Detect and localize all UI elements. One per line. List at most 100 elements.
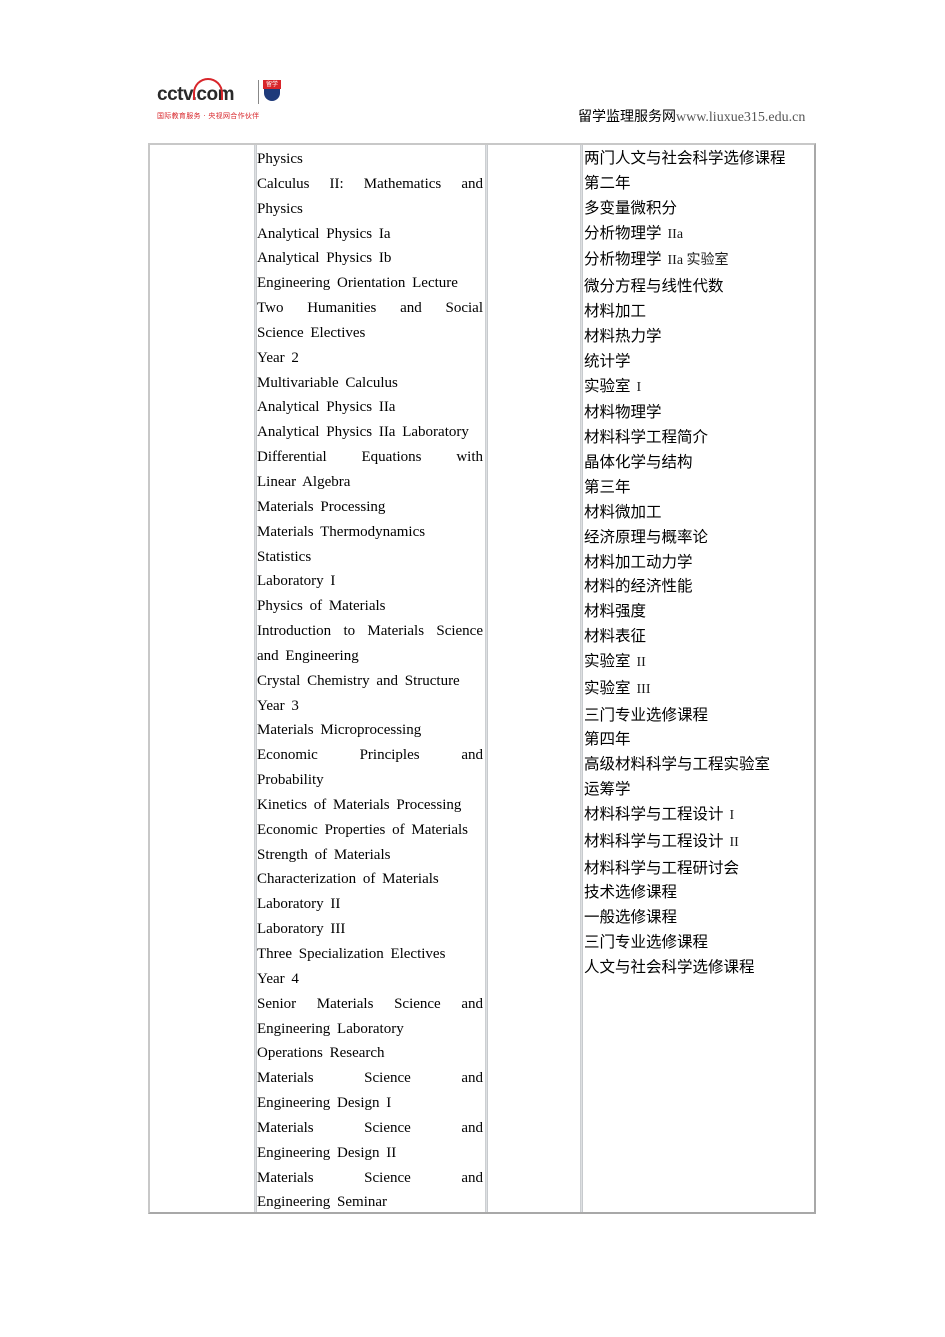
chinese-course-line: 材料微加工 — [584, 500, 814, 525]
english-course-line: Strength of Materials — [257, 846, 391, 863]
english-course-line: Operations Research — [257, 1045, 385, 1062]
chinese-course-text: 统计学 — [584, 351, 631, 370]
chinese-course-line: 材料科学与工程研讨会 — [584, 856, 814, 881]
badge-label: 留学 — [263, 80, 281, 89]
chinese-course-text: 材料的经济性能 — [584, 577, 693, 596]
site-url: www.liuxue315.edu.cn — [676, 110, 806, 125]
english-course-line: Analytical Physics Ia — [257, 225, 391, 242]
chinese-course-text: 材料加工动力学 — [584, 552, 693, 571]
chinese-course-line: 材料科学工程简介 — [584, 425, 814, 450]
chinese-course-text: 材料热力学 — [584, 326, 662, 345]
english-course-line: Materials Science and — [257, 1119, 483, 1136]
english-course-line: Physics — [257, 200, 303, 217]
chinese-course-text: 第二年 — [584, 173, 631, 192]
chinese-course-line: 多变量微积分 — [584, 196, 814, 221]
chinese-course-text: 技术选修课程 — [584, 883, 678, 902]
chinese-course-line: 经济原理与概率论 — [584, 525, 814, 550]
english-course-line: Physics — [257, 151, 303, 167]
english-course-line: Materials Science and — [257, 1169, 483, 1186]
site-name: 留学监理服务网 — [578, 109, 676, 125]
english-course-line: Year 4 — [257, 970, 299, 987]
chinese-course-text: 材料表征 — [584, 627, 647, 646]
english-course-line: Laboratory I — [257, 573, 336, 590]
chinese-course-text: 人文与社会科学选修课程 — [584, 958, 755, 976]
chinese-course-line: 三门专业选修课程 — [584, 703, 814, 728]
chinese-course-line: 实验室 I — [584, 374, 814, 401]
shield-badge-icon: 留学 — [263, 80, 281, 102]
english-course-line: Engineering Design I — [257, 1095, 392, 1112]
english-course-line: Analytical Physics IIa Laboratory — [257, 424, 469, 441]
english-course-line: Senior Materials Science and — [257, 995, 483, 1012]
english-course-line: Multivariable Calculus — [257, 374, 398, 391]
english-course-line: Year 3 — [257, 697, 299, 714]
chinese-course-line: 材料热力学 — [584, 324, 814, 349]
table-cell-empty-left — [150, 145, 254, 1212]
course-numeral: IIa 实验室 — [667, 253, 729, 269]
chinese-course-line: 一般选修课程 — [584, 905, 814, 930]
chinese-course-text: 材料科学与工程设计 — [584, 831, 724, 850]
chinese-course-line: 实验室 II — [584, 649, 814, 676]
chinese-course-line: 第二年 — [584, 171, 814, 196]
english-course-list: Physics Calculus II: Mathematics and Physi… — [257, 147, 483, 1215]
english-course-line: Materials Microprocessing — [257, 722, 422, 739]
english-course-line: Differential Equations with — [257, 449, 483, 466]
chinese-course-text: 一般选修课程 — [584, 908, 678, 927]
english-course-line: Economic Properties of Materials — [257, 821, 469, 838]
chinese-course-text: 实验室 — [584, 678, 631, 697]
english-course-line: Materials Processing — [257, 498, 386, 515]
logo-arc-icon — [193, 78, 223, 100]
chinese-course-line: 第四年 — [584, 727, 814, 752]
english-course-line: and Engineering — [257, 647, 359, 664]
course-numeral: II — [729, 834, 739, 850]
english-course-line: Two Humanities and Social — [257, 300, 483, 317]
chinese-course-line: 分析物理学 IIa — [584, 221, 814, 248]
english-course-line: Engineering Orientation Lecture — [257, 275, 458, 292]
shield-base — [264, 89, 280, 101]
english-course-line: Engineering Laboratory — [257, 1020, 404, 1037]
course-numeral: II — [636, 654, 646, 670]
english-course-line: Introduction to Materials Science — [257, 623, 483, 640]
chinese-course-text: 多变量微积分 — [584, 198, 678, 217]
chinese-course-line: 运筹学 — [584, 777, 814, 802]
chinese-course-line: 高级材料科学与工程实验室 — [584, 752, 814, 777]
english-course-line: Materials Science and — [257, 1070, 483, 1087]
english-course-line: Engineering Seminar — [257, 1194, 388, 1211]
document-page: cctv.com 留学 国际教育服务 · 央视网合作伙伴 留学监理服务网www.… — [0, 0, 945, 1337]
english-course-line: Engineering Design II — [257, 1144, 397, 1161]
chinese-course-line: 两门人文与社会科学选修课程 — [584, 146, 814, 171]
english-course-line: Statistics — [257, 548, 312, 565]
chinese-course-text: 高级材料科学与工程实验室 — [584, 755, 771, 774]
chinese-course-text: 三门专业选修课程 — [584, 705, 709, 724]
chinese-course-text: 三门专业选修课程 — [584, 933, 709, 952]
chinese-course-line: 三门专业选修课程 — [584, 930, 814, 955]
chinese-course-text: 运筹学 — [584, 780, 631, 799]
english-course-line: Science Electives — [257, 324, 366, 341]
chinese-course-line: 材料物理学 — [584, 400, 814, 425]
english-course-line: Materials Thermodynamics — [257, 523, 426, 540]
cctv-logo: cctv.com 留学 国际教育服务 · 央视网合作伙伴 — [157, 78, 282, 122]
english-course-line: Analytical Physics Ib — [257, 250, 392, 267]
english-course-line: Linear Algebra — [257, 473, 351, 490]
chinese-course-line: 材料加工动力学 — [584, 550, 814, 575]
chinese-course-line: 实验室 III — [584, 676, 814, 703]
chinese-course-line: 材料加工 — [584, 299, 814, 324]
chinese-course-line: 分析物理学 IIa 实验室 — [584, 247, 814, 274]
chinese-course-line: 材料的经济性能 — [584, 574, 814, 599]
course-numeral: I — [636, 379, 642, 395]
english-course-line: Calculus II: Mathematics and — [257, 175, 483, 192]
course-numeral: IIa — [667, 226, 684, 242]
chinese-course-text: 材料加工 — [584, 302, 647, 321]
chinese-course-line: 材料科学与工程设计 II — [584, 829, 814, 856]
english-course-line: Probability — [257, 772, 324, 789]
course-table: Physics Calculus II: Mathematics and Physi… — [148, 143, 816, 1214]
chinese-course-text: 材料科学与工程设计 — [584, 804, 724, 823]
english-course-line: Economic Principles and — [257, 747, 483, 764]
chinese-course-text: 材料科学工程简介 — [584, 428, 709, 447]
column-divider — [580, 145, 583, 1212]
chinese-course-text: 材料强度 — [584, 602, 647, 621]
site-header-tag: 留学监理服务网www.liuxue315.edu.cn — [578, 106, 805, 126]
english-course-line: Kinetics of Materials Processing — [257, 796, 462, 813]
chinese-course-line: 材料表征 — [584, 624, 814, 649]
chinese-course-text: 第四年 — [584, 730, 631, 749]
chinese-course-line: 技术选修课程 — [584, 880, 814, 905]
